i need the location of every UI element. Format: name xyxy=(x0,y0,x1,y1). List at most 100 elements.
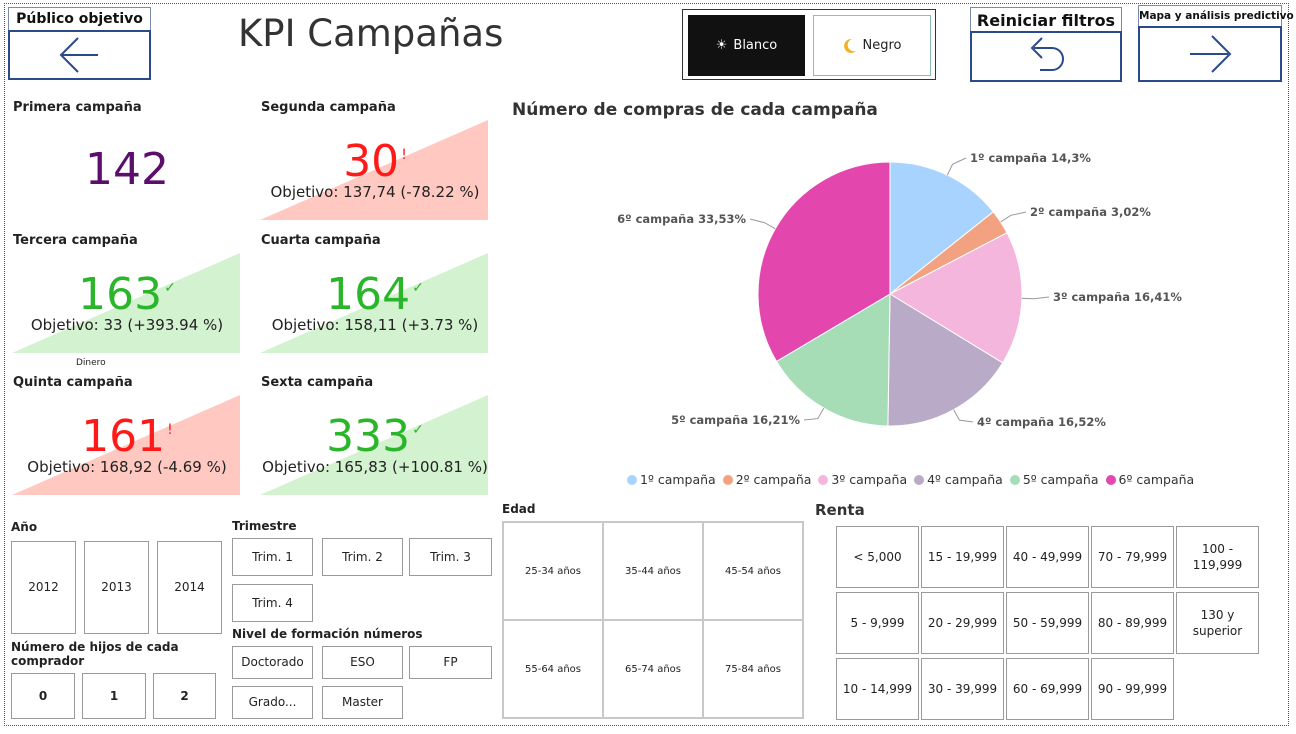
renta-option[interactable]: 60 - 69,999 xyxy=(1006,658,1089,720)
renta-option[interactable]: 30 - 39,999 xyxy=(921,658,1004,720)
check-icon: ✓ xyxy=(412,280,424,296)
legend-dot-1 xyxy=(627,474,637,485)
kpi-title-3: Tercera campaña xyxy=(13,233,138,248)
legend-dot-6 xyxy=(1105,474,1116,485)
legend-label-3: 3º campaña xyxy=(831,472,908,487)
edad-option[interactable]: 75-84 años xyxy=(703,620,803,718)
kpi-number-6: 333 xyxy=(326,411,411,462)
reset-label: Reiniciar filtros xyxy=(970,7,1122,32)
kpi-goal-2: Objetivo: 137,74 (-78.22 %) xyxy=(270,183,480,201)
legend-dot-2 xyxy=(722,474,733,485)
legend-label-5: 5º campaña xyxy=(1022,472,1099,487)
edad-option[interactable]: 65-74 años xyxy=(603,620,703,718)
renta-option[interactable]: 5 - 9,999 xyxy=(836,592,919,654)
forward-nav-label: Mapa y análisis predictivo xyxy=(1138,5,1294,27)
kpi-number-1: 142 xyxy=(85,144,169,195)
theme-dark-label: Negro xyxy=(862,38,902,53)
check-icon: ✓ xyxy=(412,422,424,438)
kpi-title-6: Sexta campaña xyxy=(261,375,374,390)
kpi-title-5: Quinta campaña xyxy=(13,375,133,390)
trimestre-option[interactable]: Trim. 4 xyxy=(232,584,313,622)
forward-button[interactable] xyxy=(1138,26,1282,82)
kpi-value-2: 30! xyxy=(258,140,492,184)
hijos-option[interactable]: 1 xyxy=(82,673,146,719)
chart-title: Número de compras de cada campaña xyxy=(512,100,878,120)
kpi-title-2: Segunda campaña xyxy=(261,100,396,115)
theme-light-label: Blanco xyxy=(733,38,778,53)
pie-label-2: 2º campaña 3,02% xyxy=(1030,205,1151,219)
legend-item-4[interactable]: 4º campaña xyxy=(914,472,1003,487)
legend-label-4: 4º campaña xyxy=(927,472,1003,487)
legend-item-6[interactable]: 6º campaña xyxy=(1105,472,1195,487)
renta-option[interactable]: 130 y superior xyxy=(1176,592,1259,654)
kpi-title-1: Primera campaña xyxy=(13,100,142,115)
kpi-goal-3: Objetivo: 33 (+393.94 %) xyxy=(30,316,224,334)
theme-dark-button[interactable]: Negro xyxy=(813,15,931,76)
pie-label-4: 4º campaña 16,52% xyxy=(977,415,1106,429)
legend-label-2: 2º campaña xyxy=(735,472,812,487)
renta-option[interactable]: 40 - 49,999 xyxy=(1006,526,1089,588)
renta-option[interactable]: 90 - 99,999 xyxy=(1091,658,1174,720)
formacion-option[interactable]: FP xyxy=(409,646,492,679)
moon-icon xyxy=(843,38,856,53)
renta-option[interactable]: 10 - 14,999 xyxy=(836,658,919,720)
renta-option[interactable]: 100 - 119,999 xyxy=(1176,526,1259,588)
formacion-option[interactable]: Grado... xyxy=(232,686,313,719)
legend-label-6: 6º campaña xyxy=(1118,472,1195,487)
legend-item-1[interactable]: 1º campaña xyxy=(627,472,716,487)
legend-item-3[interactable]: 3º campaña xyxy=(818,472,907,487)
pie-label-6: 6º campaña 33,53% xyxy=(617,212,746,226)
edad-option[interactable]: 55-64 años xyxy=(503,620,603,718)
pie-label-1: 1º campaña 14,3% xyxy=(970,151,1091,165)
undo-icon xyxy=(1030,37,1064,71)
kpi-goal-5: Objetivo: 168,92 (-4.69 %) xyxy=(27,458,227,476)
formacion-option[interactable]: ESO xyxy=(322,646,403,679)
legend-item-2[interactable]: 2º campaña xyxy=(722,472,812,487)
back-nav-label: Público objetivo xyxy=(8,7,151,31)
renta-option[interactable]: 15 - 19,999 xyxy=(921,526,1004,588)
anio-option[interactable]: 2013 xyxy=(84,541,149,634)
pie-label-3: 3º campaña 16,41% xyxy=(1053,290,1182,304)
trimestre-option[interactable]: Trim. 1 xyxy=(232,538,313,576)
pie-label-5: 5º campaña 16,21% xyxy=(671,413,800,427)
edad-option[interactable]: 35-44 años xyxy=(603,522,703,620)
legend-label-1: 1º campaña xyxy=(640,472,716,487)
kpi-number-2: 30 xyxy=(343,136,400,187)
hijos-option[interactable]: 0 xyxy=(11,673,75,719)
edad-slicer-title: Edad xyxy=(502,502,536,516)
formacion-option[interactable]: Master xyxy=(322,686,403,719)
trimestre-option[interactable]: Trim. 2 xyxy=(322,538,403,576)
anio-slicer-title: Año xyxy=(11,520,38,534)
hijos-option[interactable]: 2 xyxy=(153,673,216,719)
anio-option[interactable]: 2012 xyxy=(11,541,76,634)
page-title: KPI Campañas xyxy=(238,12,504,55)
chart-legend: 1º campaña 2º campaña 3º campaña 4º campaña… xyxy=(627,472,1194,487)
pie-leader-line-2 xyxy=(1000,211,1027,223)
kpi-number-5: 161 xyxy=(81,411,166,462)
edad-option[interactable]: 25-34 años xyxy=(503,522,603,620)
renta-option[interactable]: 80 - 89,999 xyxy=(1091,592,1174,654)
pie-leader-line-1 xyxy=(946,157,967,176)
kpi-goal-6: Objetivo: 165,83 (+100.81 %) xyxy=(262,458,488,476)
edad-option[interactable]: 45-54 años xyxy=(703,522,803,620)
trimestre-slicer-title: Trimestre xyxy=(232,519,297,533)
renta-option[interactable]: 70 - 79,999 xyxy=(1091,526,1174,588)
back-button[interactable] xyxy=(8,30,151,80)
formacion-slicer-title: Nivel de formación números xyxy=(232,627,423,641)
anio-option[interactable]: 2014 xyxy=(157,541,222,634)
renta-option[interactable]: 20 - 29,999 xyxy=(921,592,1004,654)
kpi-value-1: 142 xyxy=(10,148,244,192)
kpi-value-4: 164 ✓ xyxy=(258,273,492,317)
legend-item-5[interactable]: 5º campaña xyxy=(1009,472,1099,487)
pie-leader-line-6 xyxy=(749,218,776,230)
reset-filters-button[interactable] xyxy=(970,31,1122,82)
theme-light-button[interactable]: ☀ Blanco xyxy=(688,15,805,76)
renta-option[interactable]: 50 - 59,999 xyxy=(1006,592,1089,654)
kpi-title-4: Cuarta campaña xyxy=(261,233,381,248)
renta-option[interactable]: < 5,000 xyxy=(836,526,919,588)
kpi-goal-4: Objetivo: 158,11 (+3.73 %) xyxy=(271,316,479,334)
trimestre-option[interactable]: Trim. 3 xyxy=(409,538,492,576)
kpi-number-4: 164 xyxy=(326,269,411,320)
formacion-option[interactable]: Doctorado xyxy=(232,646,313,679)
warning-icon: ! xyxy=(167,422,173,438)
